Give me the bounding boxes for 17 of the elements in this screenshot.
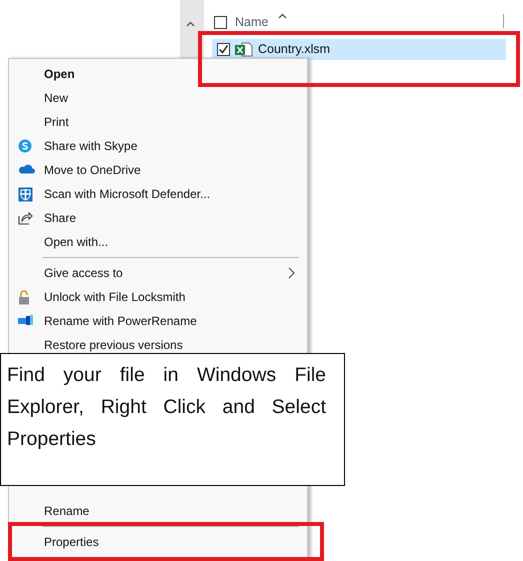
menu-item[interactable]: Rename <box>9 499 307 523</box>
menu-item[interactable]: Rename with PowerRename <box>9 309 307 333</box>
menu-item[interactable]: New <box>9 86 307 110</box>
file-row[interactable]: Country.xlsm <box>212 39 506 60</box>
menu-item[interactable]: Properties <box>9 530 307 554</box>
callout-text: Find your file in Windows File Explorer, Right Click and Select Properties <box>0 353 345 486</box>
menu-item[interactable]: Scan with Microsoft Defender... <box>9 182 307 206</box>
file-name: Country.xlsm <box>258 41 330 58</box>
menu-item[interactable]: Move to OneDrive <box>9 158 307 182</box>
menu-item[interactable]: Share <box>9 206 307 230</box>
menu-item[interactable]: Print <box>9 110 307 134</box>
menu-item[interactable]: Open with... <box>9 230 307 254</box>
menu-item[interactable]: Give access to <box>9 261 307 285</box>
menu-item[interactable]: Unlock with File Locksmith <box>9 285 307 309</box>
column-header[interactable]: Name <box>235 12 268 32</box>
menu-item[interactable]: Open <box>9 62 307 86</box>
menu-item[interactable]: Share with Skype <box>9 134 307 158</box>
